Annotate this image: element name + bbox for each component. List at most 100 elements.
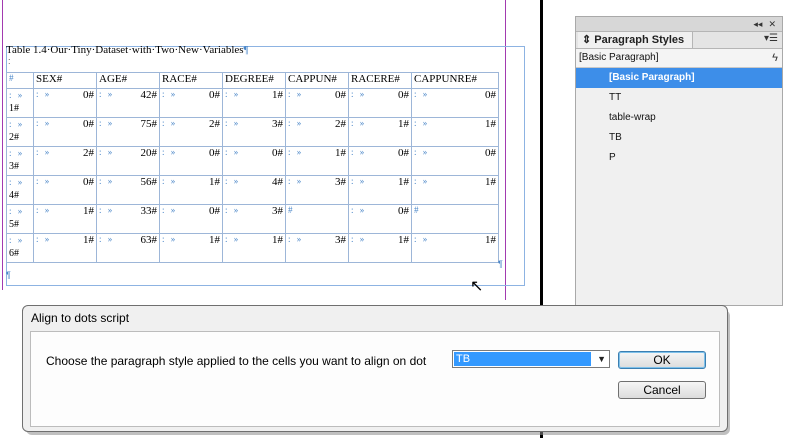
row-id-cell[interactable]: : » 2# [6,117,34,147]
table-cell[interactable]: : » 1# [33,233,97,263]
cell-content: : » 0# [351,205,409,217]
panel-titlebar[interactable]: ◂◂ ✕ [576,17,782,32]
table-cell[interactable]: : » 0# [222,146,286,176]
table-cell[interactable]: : » 4# [222,175,286,205]
table-cell[interactable]: : » 1# [348,117,412,147]
row-id-cell[interactable]: : » 4# [6,175,34,205]
style-list-item[interactable]: table-wrap [576,108,782,128]
table-cell[interactable]: : » 20# [96,146,160,176]
panel-menu-icon[interactable]: ▾☰ [764,33,778,44]
tab-marker: : » [225,176,241,186]
cell-value: # [414,205,419,215]
table-cell[interactable]: : » 0# [348,204,412,234]
table-cell[interactable]: : » 2# [285,117,349,147]
close-panel-icon[interactable]: ✕ [768,19,776,30]
data-table[interactable]: # SEX# AGE# RACE# DEGREE# CAPPUN# RACERE# CAPPU… [6,72,499,263]
style-list-item[interactable]: [Basic Paragraph] [576,68,782,88]
table-cell[interactable]: : » 3# [222,117,286,147]
tab-marker: : » [9,148,25,158]
tab-marker: : » [351,89,367,99]
align-dots-dialog[interactable]: Align to dots script Choose the paragrap… [22,305,728,432]
cell-value: 1# [485,176,496,188]
style-dropdown[interactable]: TB ▼ [452,350,610,368]
table-cell[interactable]: : » 3# [222,204,286,234]
table-cell[interactable]: # [285,204,349,234]
tab-paragraph-styles[interactable]: ⇕ Paragraph Styles [578,32,694,48]
table-end-mark: ¶ [6,270,11,280]
table-cell[interactable]: : » 0# [33,117,97,147]
style-list-item[interactable]: TB [576,128,782,148]
ok-button[interactable]: OK [618,351,706,369]
table-cell[interactable]: : » 3# [285,175,349,205]
tab-marker: : » [36,234,52,244]
table-cell[interactable]: : » 2# [159,117,223,147]
table-cell[interactable]: : » 1# [348,175,412,205]
table-cell[interactable]: : » 0# [411,88,499,118]
table-cell[interactable]: : » 42# [96,88,160,118]
table-header-cell[interactable]: # [6,72,34,89]
row-id-cell[interactable]: : » 6# [6,233,34,263]
cell-value: 1# [209,176,220,188]
table-cell[interactable]: : » 0# [411,146,499,176]
tab-marker: : » [162,205,178,215]
cell-content: : » 1# [351,176,409,188]
table-cell[interactable]: : » 1# [222,88,286,118]
table-cell[interactable]: : » 3# [285,233,349,263]
table-cell[interactable]: : » 2# [33,146,97,176]
table-cell[interactable]: : » 1# [159,175,223,205]
table-header-cell[interactable]: SEX# [33,72,97,89]
cell-content: : » 3# [288,234,346,246]
expand-toggle-icon[interactable]: ⇕ [582,34,591,46]
table-header-cell[interactable]: AGE# [96,72,160,89]
row-id-cell[interactable]: : » 1# [6,88,34,118]
row-id: 6# [9,248,19,259]
cancel-button[interactable]: Cancel [618,381,706,399]
table-cell[interactable]: : » 0# [159,146,223,176]
cell-content: : » 1# [225,89,283,101]
cell-content: : » 75# [99,118,157,130]
row-id-cell[interactable]: : » 5# [6,204,34,234]
row-id-cell[interactable]: : » 3# [6,146,34,176]
table-cell[interactable]: : » 1# [222,233,286,263]
table-header-cell[interactable]: DEGREE# [222,72,286,89]
style-list-item[interactable]: P [576,148,782,168]
cell-content: : » 1# [288,147,346,159]
table-cell[interactable]: : » 0# [33,88,97,118]
tab-marker: : » [9,90,25,100]
table-cell[interactable]: : » 1# [285,146,349,176]
tab-marker: : » [351,147,367,157]
table-cell[interactable]: : » 1# [33,204,97,234]
cell-content: : » 0# [225,147,283,159]
table-header-cell[interactable]: CAPPUN# [285,72,349,89]
tab-marker: : » [351,118,367,128]
table-header-cell[interactable]: CAPPUNRE# [411,72,499,89]
table-cell[interactable]: # [411,204,499,234]
table-cell[interactable]: : » 1# [348,233,412,263]
paragraph-styles-panel[interactable]: ◂◂ ✕ ⇕ Paragraph Styles ▾☰ [Basic Paragr… [575,16,783,306]
table-cell[interactable]: : » 1# [411,175,499,205]
table-cell[interactable]: : » 56# [96,175,160,205]
table-cell[interactable]: : » 75# [96,117,160,147]
table-cell[interactable]: : » 0# [285,88,349,118]
table-cell[interactable]: : » 33# [96,204,160,234]
table-row: : » 4#: » 0#: » 56#: » 1#: » 4#: » 3#: » 1#: » 1… [6,175,499,205]
table-cell[interactable]: : » 1# [411,233,499,263]
table-cell[interactable]: : » 1# [411,117,499,147]
table-cell[interactable]: : » 0# [33,175,97,205]
table-cell[interactable]: : » 0# [348,88,412,118]
table-cell[interactable]: : » 0# [159,88,223,118]
table-header-cell[interactable]: RACERE# [348,72,412,89]
collapse-panel-icon[interactable]: ◂◂ [753,19,762,30]
tab-marker: : » [99,234,115,244]
table-cell[interactable]: : » 0# [348,146,412,176]
table-cell[interactable]: : » 63# [96,233,160,263]
cell-value: 3# [272,118,283,130]
cell-value: 0# [272,147,283,159]
lightning-icon[interactable]: ϟ [772,49,778,67]
table-caption[interactable]: Table 1.4·Our·Tiny·Dataset·with·Two·New·… [6,44,249,56]
table-header-cell[interactable]: RACE# [159,72,223,89]
style-list-item[interactable]: TT [576,88,782,108]
chevron-down-icon[interactable]: ▼ [597,354,606,364]
table-cell[interactable]: : » 1# [159,233,223,263]
table-cell[interactable]: : » 0# [159,204,223,234]
